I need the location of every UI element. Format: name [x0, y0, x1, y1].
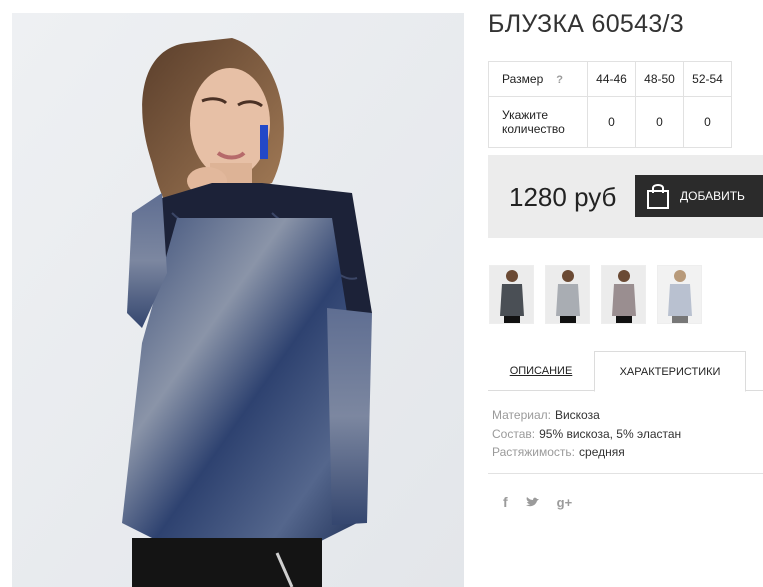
add-to-cart-button[interactable]: ДОБАВИТЬ [635, 175, 763, 217]
characteristics-list: Материал: Вискоза Состав: 95% вискоза, 5% … [492, 406, 681, 462]
thumbnail-image[interactable] [601, 265, 646, 324]
spec-key: Состав: [492, 426, 536, 441]
social-share: f g+ [503, 494, 572, 510]
product-tabs: ОПИСАНИЕ ХАРАКТЕРИСТИКИ [488, 351, 763, 392]
quantity-label: Укажите количество [488, 96, 588, 148]
spec-value: Вискоза [554, 408, 600, 422]
spec-row: Материал: Вискоза [492, 406, 681, 425]
size-label-cell: Размер? [488, 61, 588, 97]
add-to-cart-label: ДОБАВИТЬ [680, 189, 745, 203]
product-photo [12, 13, 464, 587]
size-option: 44-46 [587, 61, 636, 97]
model-illustration [12, 13, 464, 587]
size-quantity-table: Размер? 44-46 48-50 52-54 Укажите количе… [488, 61, 732, 148]
tab-characteristics[interactable]: ХАРАКТЕРИСТИКИ [594, 351, 746, 392]
thumbnail-gallery [489, 265, 702, 324]
size-option: 48-50 [635, 61, 684, 97]
price-value: 1280 руб [509, 182, 617, 212]
product-title: БЛУЗКА 60543/3 [488, 10, 684, 38]
thumbnail-image[interactable] [489, 265, 534, 324]
shopping-bag-icon [647, 184, 669, 209]
size-label: Размер [502, 72, 544, 86]
facebook-icon[interactable]: f [503, 494, 508, 510]
thumbnail-image[interactable] [545, 265, 590, 324]
google-plus-icon[interactable]: g+ [557, 495, 573, 510]
spec-value: средняя [579, 445, 625, 459]
spec-row: Растяжимость: средняя [492, 443, 681, 462]
thumbnail-image[interactable] [657, 265, 702, 324]
spec-key: Материал: [492, 408, 551, 422]
quantity-input[interactable]: 0 [683, 96, 732, 148]
size-option: 52-54 [683, 61, 732, 97]
quantity-input[interactable]: 0 [587, 96, 636, 148]
spec-row: Состав: 95% вискоза, 5% эластан [492, 425, 681, 444]
divider [488, 473, 763, 474]
quantity-input[interactable]: 0 [635, 96, 684, 148]
size-help-icon[interactable]: ? [556, 74, 563, 86]
spec-value: 95% вискоза, 5% эластан [539, 426, 682, 441]
twitter-icon[interactable] [525, 496, 540, 508]
price-panel: 1280 руб ДОБАВИТЬ [488, 155, 763, 238]
tab-description[interactable]: ОПИСАНИЕ [488, 351, 594, 391]
spec-key: Растяжимость: [492, 445, 576, 459]
